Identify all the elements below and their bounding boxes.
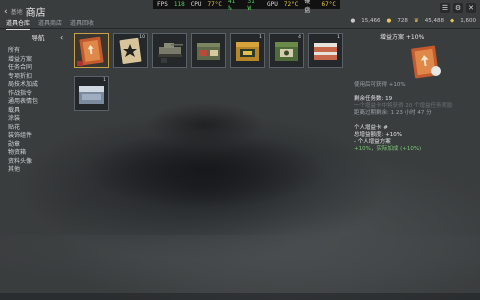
- vehicle-icon: [158, 43, 183, 63]
- bottom-bar: [0, 293, 480, 300]
- silver-lions-icon: ●: [350, 18, 356, 24]
- sidebar-item-decorations[interactable]: 装饰组件: [8, 132, 68, 141]
- premium-icon: ♛: [413, 18, 419, 24]
- item-count: 1: [103, 78, 106, 83]
- wallet-icon: ◆: [450, 18, 455, 24]
- window-controls: ☰ ⚙ ✕: [440, 3, 476, 13]
- page-title: 商店: [25, 8, 46, 19]
- sidebar-item-other[interactable]: 其他: [8, 166, 68, 175]
- sidebar-item-medals[interactable]: 勋章: [8, 141, 68, 150]
- details-actual-bonus: +10%，实际加成 (+10%): [354, 146, 422, 152]
- item-military-crate[interactable]: [191, 33, 226, 68]
- details-usage: 使用后可获得 +10%: [354, 82, 406, 88]
- chevron-left-icon: ‹: [4, 6, 8, 17]
- item-yellow-crate[interactable]: 1: [230, 33, 265, 68]
- item-count: 4: [298, 35, 301, 40]
- military-crate-icon: [197, 43, 220, 60]
- premium-value: 45,488: [424, 18, 445, 24]
- item-north-wave-crate[interactable]: 1: [74, 76, 109, 111]
- settings-icon[interactable]: ⚙: [453, 3, 463, 13]
- sidebar-title: 导航: [31, 34, 45, 42]
- sidebar-item-discounts[interactable]: 专项折扣: [8, 73, 68, 82]
- category-sidebar: 导航 所有 增益方案 任务合同 专项折扣 局技术加成 作战指令 通用表情包 载具…: [8, 32, 68, 175]
- sidebar-item-all[interactable]: 所有: [8, 47, 68, 56]
- sidebar-item-orders[interactable]: 作战指令: [8, 90, 68, 99]
- item-star-card[interactable]: 10: [113, 33, 148, 68]
- silver-lions-value: 15,466: [361, 18, 381, 24]
- details-expiry: 距离过期剩余: 1 23 小时 47 分: [354, 110, 432, 116]
- sidebar-item-crates[interactable]: 物资箱: [8, 149, 68, 158]
- golden-eagles-value: 728: [397, 18, 408, 24]
- sidebar-item-emotes[interactable]: 通用表情包: [8, 98, 68, 107]
- close-icon[interactable]: ✕: [466, 3, 476, 13]
- booster-card-icon: [77, 36, 104, 66]
- currency-bar: ● 15,466 ● 728 ♛ 45,488 ◆ 1,600: [350, 18, 476, 24]
- sidebar-item-tech-bonus[interactable]: 局技术加成: [8, 81, 68, 90]
- item-count: 1: [259, 35, 262, 40]
- item-vehicle-crate[interactable]: [152, 33, 187, 68]
- sidebar-item-decals[interactable]: 贴花: [8, 124, 68, 133]
- details-title: 增益方案 +10%: [380, 34, 425, 41]
- sidebar-item-contracts[interactable]: 任务合同: [8, 64, 68, 73]
- item-green-crate[interactable]: 4: [269, 33, 304, 68]
- top-bar: ‹ 基地 商店 ☰ ⚙ ✕: [0, 0, 480, 20]
- chat-icon[interactable]: ☰: [440, 3, 450, 13]
- collapse-sidebar-icon[interactable]: ‹: [60, 33, 63, 42]
- sidebar-item-camouflage[interactable]: 涂装: [8, 115, 68, 124]
- back-button[interactable]: ‹ 基地 商店: [4, 4, 46, 20]
- header-divider: [0, 28, 480, 29]
- item-count: 1: [337, 35, 340, 40]
- sidebar-item-avatars[interactable]: 资料头像: [8, 158, 68, 167]
- wallet-value: 1,600: [460, 18, 476, 24]
- golden-eagles-icon: ●: [386, 18, 392, 24]
- item-count: 10: [139, 35, 145, 40]
- back-label: 基地: [10, 9, 23, 16]
- item-booster-card[interactable]: [74, 33, 109, 68]
- ground: [0, 235, 480, 300]
- sidebar-item-boosters[interactable]: 增益方案: [8, 56, 68, 65]
- sidebar-item-vehicles[interactable]: 载具: [8, 107, 68, 116]
- booster-card-large-icon: [411, 45, 441, 79]
- tank-hull-shadow: [70, 120, 340, 220]
- item-winter-crate[interactable]: 1: [308, 33, 343, 68]
